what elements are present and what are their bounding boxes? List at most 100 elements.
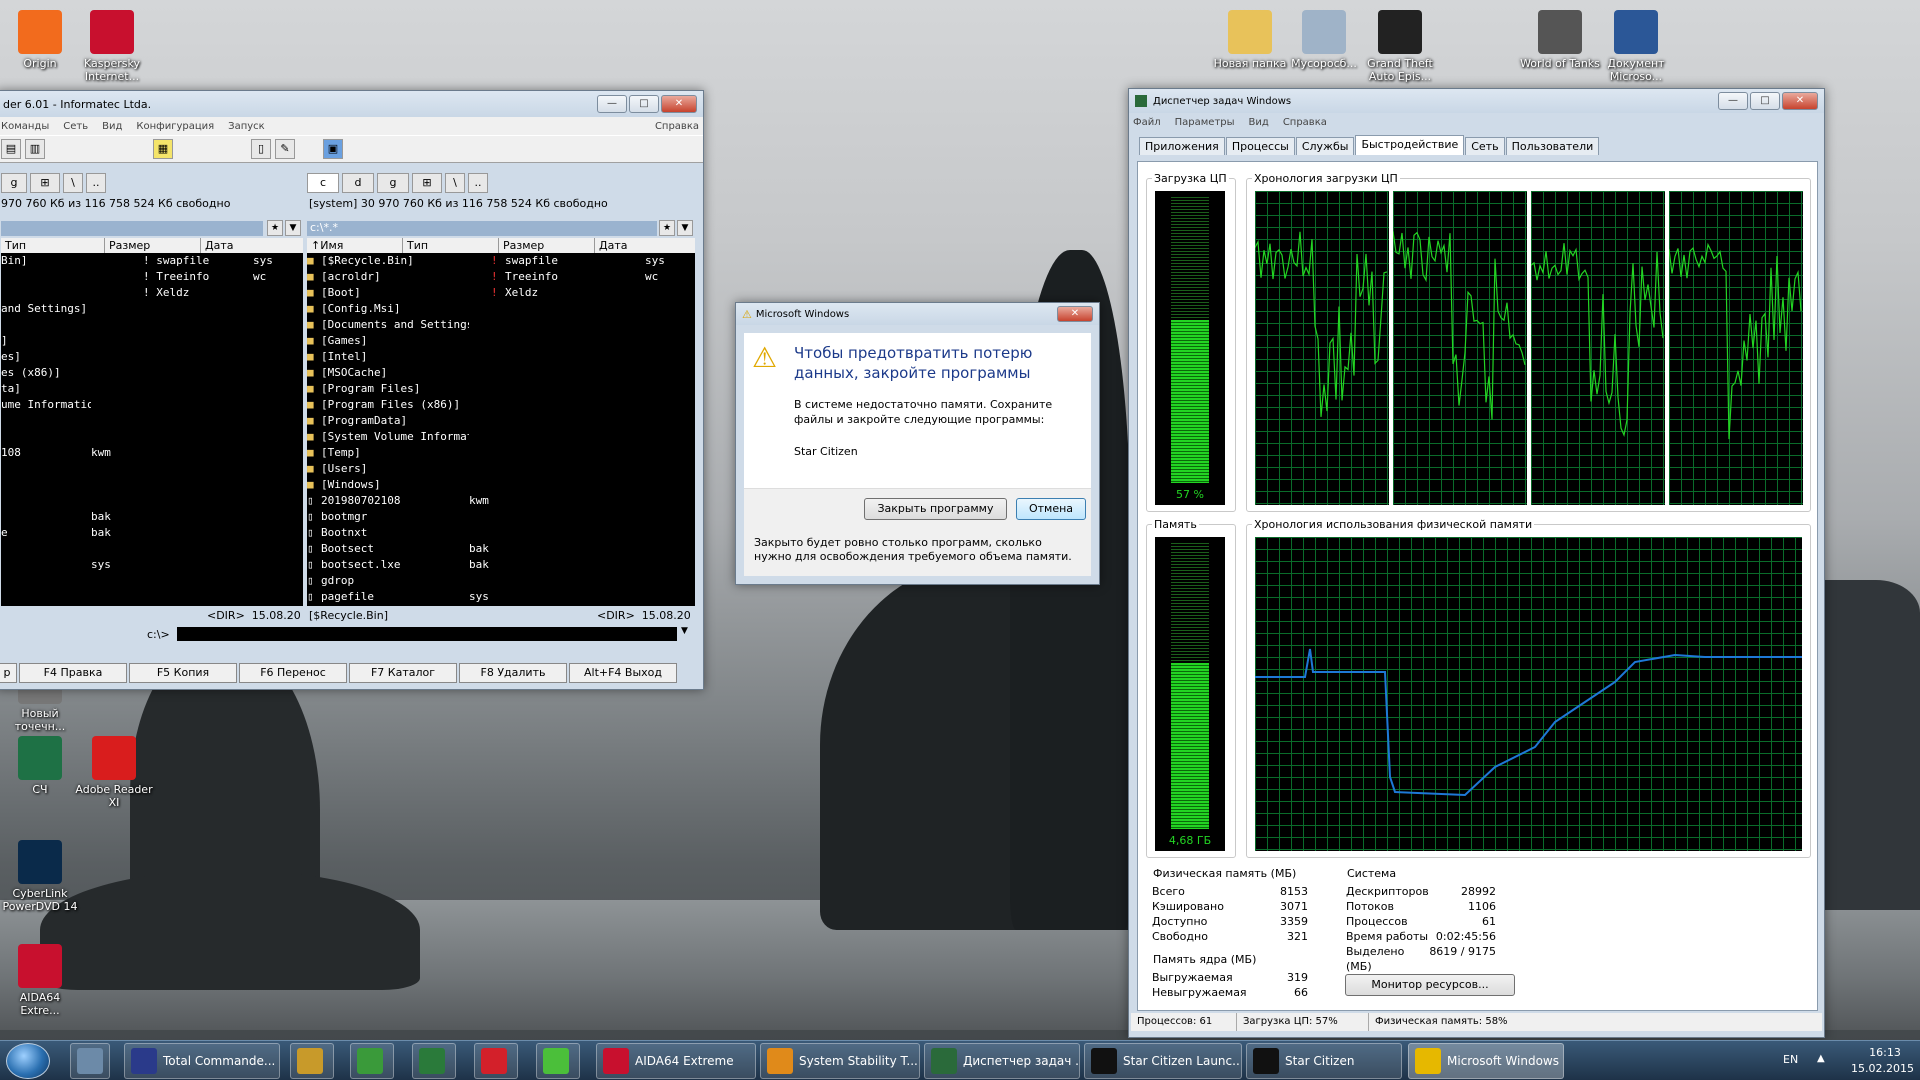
menu-item-help[interactable]: Справка <box>1283 117 1327 128</box>
table-row[interactable] <box>1 413 303 429</box>
task-manager-titlebar[interactable]: Диспетчер задач Windows — □ ✕ <box>1129 89 1824 113</box>
start-button[interactable] <box>6 1043 50 1079</box>
menu-item-view[interactable]: Вид <box>1249 117 1269 128</box>
taskbar-item[interactable]: Star Citizen Launc... <box>1084 1043 1242 1079</box>
table-row[interactable] <box>1 317 303 333</box>
tab-applications[interactable]: Приложения <box>1139 137 1225 155</box>
menu-item-file[interactable]: Файл <box>1133 117 1161 128</box>
taskbar-item[interactable] <box>412 1043 456 1079</box>
drive-g-button[interactable]: g <box>1 173 27 193</box>
left-path-bar[interactable] <box>1 221 263 236</box>
table-row[interactable]: ■ [Users] <box>307 461 695 477</box>
table-row[interactable] <box>1 493 303 509</box>
pack-icon[interactable]: ▦ <box>153 139 173 159</box>
column-name[interactable]: ↑Имя <box>307 238 403 253</box>
table-row[interactable]: ■ [Games] <box>307 333 695 349</box>
table-row[interactable]: ume Information] <box>1 397 303 413</box>
close-button[interactable]: ✕ <box>661 95 697 113</box>
toolbar-button[interactable]: ▤ <box>1 139 21 159</box>
clock-time[interactable]: 16:13 <box>1855 1046 1915 1059</box>
taskbar-item[interactable]: Star Citizen <box>1246 1043 1402 1079</box>
drive-g-button[interactable]: g <box>377 173 409 193</box>
network-drive-button[interactable]: ⊞ <box>30 173 60 193</box>
maximize-button[interactable]: □ <box>1750 92 1780 110</box>
desktop-icon[interactable]: AIDA64 Extre... <box>0 944 80 1017</box>
favorites-button[interactable]: ★ <box>659 220 675 236</box>
minimize-button[interactable]: — <box>1718 92 1748 110</box>
command-history-dropdown[interactable]: ▼ <box>681 626 688 636</box>
tab-network[interactable]: Сеть <box>1465 137 1505 155</box>
column-size[interactable]: Размер <box>105 238 201 253</box>
table-row[interactable]: 108 kwm <box>1 445 303 461</box>
taskbar-item[interactable]: Диспетчер задач ... <box>924 1043 1080 1079</box>
left-file-panel[interactable]: Тип Размер Дата Bin] ! swapfile sys ! Treei… <box>1 238 303 606</box>
command-line-input[interactable] <box>177 627 677 641</box>
taskbar-item[interactable] <box>70 1043 110 1079</box>
table-row[interactable]: sys <box>1 557 303 573</box>
maximize-button[interactable]: □ <box>629 95 659 113</box>
table-row[interactable]: ! swapfile sys <box>491 253 685 269</box>
menu-item-network[interactable]: Сеть <box>63 121 88 132</box>
taskbar-item[interactable] <box>536 1043 580 1079</box>
table-row[interactable]: es (x86)] <box>1 365 303 381</box>
menu-item-start[interactable]: Запуск <box>228 121 265 132</box>
table-row[interactable]: ■ [Intel] <box>307 349 695 365</box>
minimize-button[interactable]: — <box>597 95 627 113</box>
desktop-icon[interactable]: Новая папка <box>1210 10 1290 70</box>
up-button[interactable]: .. <box>86 173 106 193</box>
close-button[interactable]: ✕ <box>1782 92 1818 110</box>
drive-c-button[interactable]: c <box>307 173 339 193</box>
history-button[interactable]: ▼ <box>677 220 693 236</box>
table-row[interactable]: ▯ pagefile sys <box>307 589 695 605</box>
table-row[interactable]: and Settings] <box>1 301 303 317</box>
menu-item-view[interactable]: Вид <box>102 121 122 132</box>
right-file-panel[interactable]: ↑Имя Тип Размер Дата ■ [$Recycle.Bin] ■ [ac… <box>307 238 695 606</box>
table-row[interactable]: ] <box>1 333 303 349</box>
tab-performance[interactable]: Быстродействие <box>1355 135 1465 155</box>
toolbar-button[interactable]: ▥ <box>25 139 45 159</box>
desktop-icon[interactable]: Мусоросб... <box>1284 10 1364 70</box>
table-row[interactable]: ta] <box>1 381 303 397</box>
table-row[interactable] <box>1 541 303 557</box>
f6-move-button[interactable]: F6 Перенос <box>239 663 347 683</box>
close-button[interactable]: ✕ <box>1057 306 1093 322</box>
taskbar-item[interactable]: AIDA64 Extreme <box>596 1043 756 1079</box>
favorites-button[interactable]: ★ <box>267 220 283 236</box>
desktop-icon[interactable]: CyberLink PowerDVD 14 <box>0 840 80 913</box>
cancel-button[interactable]: Отмена <box>1016 498 1086 520</box>
taskbar-item[interactable]: Microsoft Windows <box>1408 1043 1564 1079</box>
table-row[interactable]: Bin] ! swapfile sys <box>1 253 303 269</box>
table-row[interactable]: ■ [Program Files] <box>307 381 695 397</box>
taskbar-item[interactable]: Total Commande... <box>124 1043 280 1079</box>
table-row[interactable]: ■ [Program Files (x86)] <box>307 397 695 413</box>
table-row[interactable]: ! Xeldz <box>1 285 303 301</box>
table-row[interactable]: ■ [Temp] <box>307 445 695 461</box>
network-drive-button[interactable]: ⊞ <box>412 173 442 193</box>
desktop-icon[interactable]: Grand Theft Auto Epis... <box>1360 10 1440 83</box>
f5-copy-button[interactable]: F5 Копия <box>129 663 237 683</box>
menu-item-config[interactable]: Конфигурация <box>136 121 214 132</box>
desktop-icon[interactable]: Kaspersky Internet... <box>72 10 152 83</box>
taskbar-item[interactable] <box>350 1043 394 1079</box>
table-row[interactable] <box>1 477 303 493</box>
table-row[interactable]: ▯ gdrop <box>307 573 695 589</box>
dialog-titlebar[interactable]: ⚠ Microsoft Windows ✕ <box>736 303 1099 325</box>
tray-expand-icon[interactable]: ▲ <box>1817 1053 1825 1064</box>
f7-mkdir-button[interactable]: F7 Каталог <box>349 663 457 683</box>
resource-monitor-button[interactable]: Монитор ресурсов... <box>1345 974 1515 996</box>
language-indicator[interactable]: EN <box>1783 1053 1798 1066</box>
column-size[interactable]: Размер <box>499 238 595 253</box>
drive-d-button[interactable]: d <box>342 173 374 193</box>
table-row[interactable]: ▯ bootmgr <box>307 509 695 525</box>
column-date[interactable]: Дата <box>595 238 695 253</box>
table-row[interactable]: ! Treeinfo wc <box>1 269 303 285</box>
desktop-icon[interactable]: СЧ <box>0 736 80 796</box>
edit-icon[interactable]: ✎ <box>275 139 295 159</box>
table-row[interactable]: ■ [Config.Msi] <box>307 301 695 317</box>
table-row[interactable] <box>1 429 303 445</box>
root-button[interactable]: \ <box>445 173 465 193</box>
column-date[interactable]: Дата <box>201 238 301 253</box>
taskbar-item[interactable]: System Stability T... <box>760 1043 920 1079</box>
table-row[interactable]: ■ [ProgramData] <box>307 413 695 429</box>
tab-processes[interactable]: Процессы <box>1225 137 1295 155</box>
